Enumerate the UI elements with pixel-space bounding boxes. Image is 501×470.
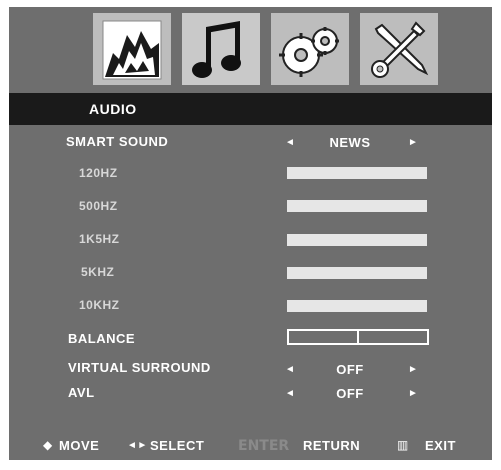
move-hint: MOVE	[59, 438, 100, 453]
smart-sound-right-arrow[interactable]: ►	[408, 137, 418, 148]
balance-center-marker	[357, 331, 359, 343]
mountain-icon	[102, 20, 162, 80]
avl-right-arrow[interactable]: ►	[408, 388, 418, 399]
gears-icon	[279, 27, 339, 77]
eq-120hz-label: 120HZ	[79, 166, 118, 180]
smart-sound-left-arrow[interactable]: ◄	[285, 137, 295, 148]
return-hint: RETURN	[303, 438, 361, 453]
eq-10khz-label: 10KHZ	[79, 298, 120, 312]
select-icon: ◄►	[127, 440, 148, 451]
music-note-icon	[192, 21, 241, 78]
menu-tabs	[93, 13, 438, 85]
avl-value[interactable]: OFF	[310, 386, 390, 401]
tab-setup[interactable]	[271, 13, 349, 85]
eq-5khz-label: 5KHZ	[81, 265, 115, 279]
select-hint: SELECT	[150, 438, 205, 453]
eq-1k5hz-label: 1K5HZ	[79, 232, 120, 246]
section-title: AUDIO	[89, 101, 137, 117]
virtual-surround-right-arrow[interactable]: ►	[408, 364, 418, 375]
footer-hints: ◆ MOVE ◄► SELECT ENTER RETURN ▥ EXIT	[9, 438, 492, 460]
eq-120hz-slider[interactable]	[287, 167, 427, 179]
tab-tools[interactable]	[360, 13, 438, 85]
enter-key-icon: ENTER	[238, 438, 290, 454]
exit-hint: EXIT	[425, 438, 456, 453]
exit-key-icon: ▥	[397, 438, 409, 452]
balance-slider[interactable]	[287, 329, 429, 345]
virtual-surround-label: VIRTUAL SURROUND	[68, 360, 211, 375]
eq-5khz-slider[interactable]	[287, 267, 427, 279]
smart-sound-label: SMART SOUND	[66, 134, 169, 149]
eq-500hz-label: 500HZ	[79, 199, 118, 213]
virtual-surround-left-arrow[interactable]: ◄	[285, 364, 295, 375]
balance-label: BALANCE	[68, 331, 136, 346]
avl-label: AVL	[68, 385, 95, 400]
eq-1k5hz-slider[interactable]	[287, 234, 427, 246]
eq-500hz-slider[interactable]	[287, 200, 427, 212]
section-header: AUDIO	[9, 93, 492, 125]
eq-10khz-slider[interactable]	[287, 300, 427, 312]
wrench-screwdriver-icon	[371, 21, 429, 78]
smart-sound-value[interactable]: NEWS	[310, 135, 390, 150]
audio-menu-panel: AUDIO SMART SOUND ◄ NEWS ► 120HZ 500HZ 1…	[9, 7, 492, 460]
avl-left-arrow[interactable]: ◄	[285, 388, 295, 399]
virtual-surround-value[interactable]: OFF	[310, 362, 390, 377]
tab-audio[interactable]	[182, 13, 260, 85]
move-icon: ◆	[43, 438, 53, 452]
tab-picture[interactable]	[93, 13, 171, 85]
